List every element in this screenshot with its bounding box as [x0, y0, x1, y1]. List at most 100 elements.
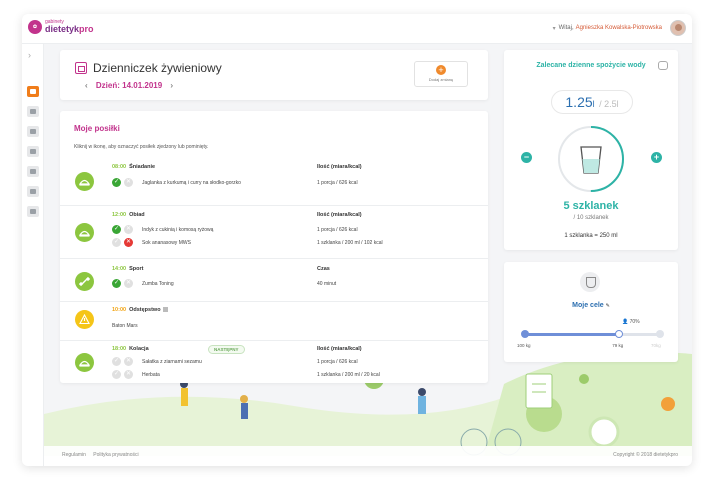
meal-lunch: 12:00Obiad Ilość (miara/kcal) Indyk z cu…	[60, 207, 488, 259]
skipped-x-icon[interactable]	[124, 357, 133, 366]
next-day-button[interactable]: ›	[170, 81, 173, 90]
sidebar-item-reports[interactable]	[27, 166, 39, 177]
goal-end-dot	[656, 330, 664, 338]
meal-item-name[interactable]: Sok ananasowy MWS	[142, 240, 191, 246]
sidebar-item-documents[interactable]	[27, 146, 39, 157]
water-unit: l	[592, 99, 595, 109]
eaten-check-icon[interactable]	[112, 279, 121, 288]
skipped-x-icon[interactable]	[124, 225, 133, 234]
meal-item-qty: 1 szklanka / 200 ml / 20 kcal	[317, 372, 380, 378]
water-glasses-total: / 10 szklanek	[573, 215, 609, 221]
meals-hint: Kliknij w ikonę, aby oznaczyć posiłek zj…	[74, 144, 209, 150]
meal-deviation: 10:00 Odstępstwo Baton Mars	[60, 303, 488, 341]
skipped-x-icon[interactable]	[124, 279, 133, 288]
goals-title[interactable]: Moje cele ✎	[504, 302, 678, 309]
goal-current-label: 79 kg	[612, 343, 624, 348]
app-window: ✿ gabinety dietetykpro ▾ Witaj, Agnieszk…	[22, 14, 692, 466]
logo-main-a: dietetyk	[45, 24, 80, 34]
meal-item-name[interactable]: Zumba Toning	[142, 281, 174, 287]
eaten-check-icon[interactable]	[112, 370, 121, 379]
user-menu[interactable]: ▾ Witaj, Agnieszka Kowalska-Piotrowska	[553, 20, 686, 36]
meal-item-name[interactable]: Jaglanka z kurkumą i curry na słodko-gor…	[142, 180, 241, 186]
time-header: Czas	[317, 266, 330, 272]
edit-icon[interactable]: ✎	[606, 303, 610, 309]
logo-main-text: dietetykpro	[45, 25, 94, 34]
skipped-x-icon[interactable]	[124, 178, 133, 187]
water-amount: 1.25l / 2.5l	[551, 90, 633, 114]
meal-row: Sok ananasowy MWS 1 szklanka / 200 ml / …	[112, 238, 482, 248]
meal-time-value: 12:00	[112, 212, 127, 218]
grid-icon	[30, 89, 36, 94]
avatar[interactable]	[670, 20, 686, 36]
skipped-x-icon[interactable]	[124, 238, 133, 247]
water-current: 1.25	[565, 94, 593, 110]
sidebar-item-meals[interactable]	[27, 126, 39, 137]
prev-day-button[interactable]: ‹	[85, 81, 88, 90]
meals-card: Moje posiłki Kliknij w ikonę, aby oznacz…	[60, 111, 488, 383]
goal-progress-track	[524, 333, 660, 336]
sidebar: ›	[22, 44, 44, 466]
warning-icon[interactable]	[75, 310, 94, 329]
meal-time: 18:00 Kolacja NASTĘPNY	[112, 345, 252, 354]
cloche-icon[interactable]	[75, 223, 94, 242]
goals-card: Moje cele ✎ 👤 70% 100 kg 79 kg 70kg	[504, 262, 678, 362]
meal-time-value: 14:00	[112, 266, 127, 272]
info-icon[interactable]	[162, 307, 168, 313]
goal-start-label: 100 kg	[517, 343, 531, 348]
qty-header: Ilość (miara/kcal)	[317, 164, 362, 170]
water-decrease-button[interactable]: −	[521, 152, 532, 163]
next-meal-badge: NASTĘPNY	[208, 345, 245, 354]
meal-breakfast: 08:00Śniadanie Ilość (miara/kcal) Jaglan…	[60, 156, 488, 206]
eaten-check-icon[interactable]	[112, 178, 121, 187]
sidebar-item-calendar[interactable]	[27, 186, 39, 197]
water-increase-button[interactable]: +	[651, 152, 662, 163]
meals-section-title: Moje posiłki	[74, 124, 120, 133]
page-title: Dzienniczek żywieniowy	[93, 61, 222, 75]
water-glasses-count: 5 szklanek	[563, 200, 619, 212]
meal-time-value: 18:00	[112, 346, 127, 352]
app-logo[interactable]: ✿ gabinety dietetykpro	[28, 20, 94, 34]
sidebar-item-dashboard[interactable]	[27, 86, 39, 97]
user-name: Agnieszka Kowalska-Piotrowska	[575, 25, 662, 31]
goal-current-dot[interactable]	[615, 330, 624, 338]
meal-name: Obiad	[129, 212, 145, 218]
cloche-icon[interactable]	[75, 172, 94, 191]
terms-link[interactable]: Regulamin	[62, 452, 86, 458]
privacy-link[interactable]: Polityka prywatności	[93, 452, 138, 458]
eaten-check-icon[interactable]	[112, 357, 121, 366]
meal-row: Herbata 1 szklanka / 200 ml / 20 kcal	[112, 370, 482, 380]
skipped-x-icon[interactable]	[124, 370, 133, 379]
meal-time: 12:00 Obiad	[112, 212, 145, 218]
add-change-label: Dodaj zmianę	[428, 77, 454, 82]
water-intake-card: Zalecane dzienne spożycie wody 1.25l / 2…	[504, 50, 678, 250]
meal-sport: 14:00Sport Czas Zumba Toning 40 minut	[60, 260, 488, 302]
goal-percent: 👤 70%	[622, 319, 640, 325]
diary-header-card: Dzienniczek żywieniowy ‹ Dzień: 14.01.20…	[60, 50, 488, 100]
eaten-check-icon[interactable]	[112, 225, 121, 234]
meal-item-name[interactable]: Indyk z cukinią i komosą ryżową	[142, 227, 213, 233]
goal-percent-value: 70%	[629, 319, 640, 325]
mail-icon	[30, 209, 36, 214]
cloche-icon[interactable]	[75, 353, 94, 372]
meal-item-name[interactable]: Herbata	[142, 372, 160, 378]
goal-start-dot	[521, 330, 529, 338]
deviation-note: Baton Mars	[112, 323, 138, 329]
meal-time-value: 10:00	[112, 307, 127, 313]
sidebar-item-users[interactable]	[27, 106, 39, 117]
meal-item-qty: 1 porcja / 626 kcal	[317, 359, 358, 365]
chat-icon[interactable]	[658, 61, 668, 70]
logo-text: gabinety dietetykpro	[45, 20, 94, 34]
add-change-button[interactable]: + Dodaj zmianę	[414, 61, 468, 87]
meal-name: Odstępstwo	[129, 307, 161, 313]
qty-header: Ilość (miara/kcal)	[317, 212, 362, 218]
dumbbell-icon[interactable]	[75, 272, 94, 291]
meal-row: Sałatka z ziarnami sezamu 1 porcja / 626…	[112, 357, 482, 367]
plus-icon: +	[436, 65, 446, 75]
sidebar-item-messages[interactable]	[27, 206, 39, 217]
meal-item-qty: 1 porcja / 626 kcal	[317, 227, 358, 233]
date-value: 14.01.2019	[122, 81, 163, 90]
sidebar-expand-icon[interactable]: ›	[28, 50, 31, 60]
trophy-icon	[580, 272, 600, 292]
meal-item-name[interactable]: Sałatka z ziarnami sezamu	[142, 359, 202, 365]
eaten-check-icon[interactable]	[112, 238, 121, 247]
